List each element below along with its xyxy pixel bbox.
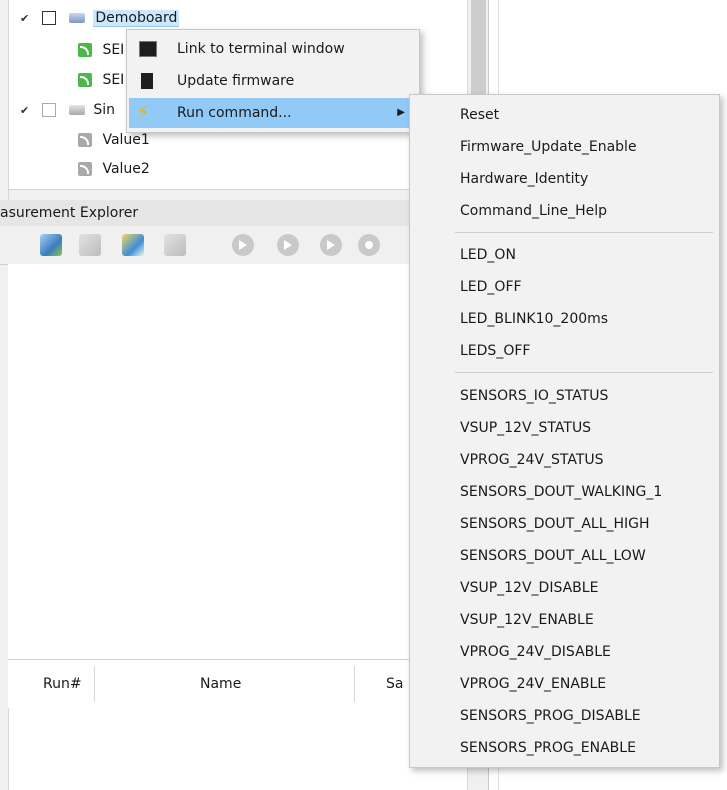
signal-icon [78,43,92,57]
tree-node-label[interactable]: Sin [93,102,115,118]
lightning-icon: ⚡ [137,102,150,123]
play-icon[interactable] [232,234,254,256]
tree-node-sin[interactable]: ✔ Sin [20,98,115,122]
menu-separator [455,232,713,233]
menu-item-vprog-24v-status[interactable]: VPROG_24V_STATUS [460,444,604,476]
menu-separator [455,372,713,373]
menu-item-led-blink[interactable]: LED_BLINK10_200ms [460,303,608,335]
graph-icon[interactable] [79,234,101,256]
menu-item-sensors-prog-disable[interactable]: SENSORS_PROG_DISABLE [460,700,641,732]
menu-item-vsup-12v-status[interactable]: VSUP_12V_STATUS [460,412,591,444]
column-header-name[interactable]: Name [200,676,241,692]
menu-item-label: Update firmware [177,73,295,89]
signal-icon [78,73,92,87]
explorer-header: asurement Explorer [0,200,467,227]
explorer-title: asurement Explorer [0,205,139,221]
checkbox[interactable] [42,103,57,117]
column-separator[interactable] [354,666,355,702]
context-menu: Link to terminal window Update firmware … [126,29,420,133]
menu-item-led-on[interactable]: LED_ON [460,239,516,271]
play-loop-icon[interactable] [320,234,342,256]
menu-item-label: Run command... [177,105,292,121]
run-command-submenu: Reset Firmware_Update_Enable Hardware_Id… [409,94,720,768]
column-separator[interactable] [94,666,95,702]
checkbox[interactable] [42,11,57,25]
device-icon [68,13,85,23]
tree-node-value2[interactable]: Value2 [78,157,150,181]
terminal-icon [139,41,157,57]
menu-item-leds-off[interactable]: LEDS_OFF [460,335,530,367]
menu-item-vprog-24v-disable[interactable]: VPROG_24V_DISABLE [460,636,611,668]
menu-item-sensors-io-status[interactable]: SENSORS_IO_STATUS [460,380,608,412]
menu-item-label: Link to terminal window [177,41,345,57]
stop-icon[interactable] [358,234,380,256]
device-icon [68,105,85,115]
tree-node-label[interactable]: Demoboard [93,10,180,27]
menu-item-reset[interactable]: Reset [460,99,499,131]
menu-item-vprog-24v-enable[interactable]: VPROG_24V_ENABLE [460,668,606,700]
tree-node-label[interactable]: SEI [102,72,124,88]
menu-item-vsup-12v-disable[interactable]: VSUP_12V_DISABLE [460,572,598,604]
menu-item-sensors-dout-walking[interactable]: SENSORS_DOUT_WALKING_1 [460,476,662,508]
tree-node-signal[interactable]: SEI [78,38,124,62]
open-graph-icon[interactable] [122,234,144,256]
table-icon[interactable] [164,234,186,256]
signal-icon [78,133,92,147]
menu-item-sensors-dout-all-high[interactable]: SENSORS_DOUT_ALL_HIGH [460,508,650,540]
chevron-down-icon[interactable]: ✔ [20,99,32,123]
menu-item-led-off[interactable]: LED_OFF [460,271,522,303]
menu-item-link-terminal[interactable]: Link to terminal window [129,34,417,64]
play-step-icon[interactable] [277,234,299,256]
explorer-toolbar [0,226,467,265]
submenu-arrow-icon: ▶ [397,107,405,118]
column-header-run[interactable]: Run# [43,676,82,692]
signal-icon [78,162,92,176]
tree-node-signal[interactable]: SEI [78,68,124,92]
explorer-body [8,264,467,659]
menu-item-vsup-12v-enable[interactable]: VSUP_12V_ENABLE [460,604,594,636]
column-header-sa[interactable]: Sa [386,676,403,692]
menu-item-update-firmware[interactable]: Update firmware [129,66,417,96]
tree-node-label[interactable]: Value1 [102,132,149,148]
menu-item-command-line-help[interactable]: Command_Line_Help [460,195,607,227]
add-graph-icon[interactable] [40,234,62,256]
tree-node-label[interactable]: Value2 [102,161,149,177]
menu-item-hardware-identity[interactable]: Hardware_Identity [460,163,588,195]
menu-item-run-command[interactable]: ⚡ Run command... ▶ [129,98,417,128]
chevron-down-icon[interactable]: ✔ [20,7,32,31]
chip-icon [137,73,157,89]
tree-node-label[interactable]: SEI [102,42,124,58]
tree-node-demoboard[interactable]: ✔ Demoboard [20,6,180,31]
table-header: Run# Name Sa [8,659,467,708]
menu-item-sensors-prog-enable[interactable]: SENSORS_PROG_ENABLE [460,732,636,764]
menu-item-sensors-dout-all-low[interactable]: SENSORS_DOUT_ALL_LOW [460,540,646,572]
menu-item-firmware-update-enable[interactable]: Firmware_Update_Enable [460,131,637,163]
